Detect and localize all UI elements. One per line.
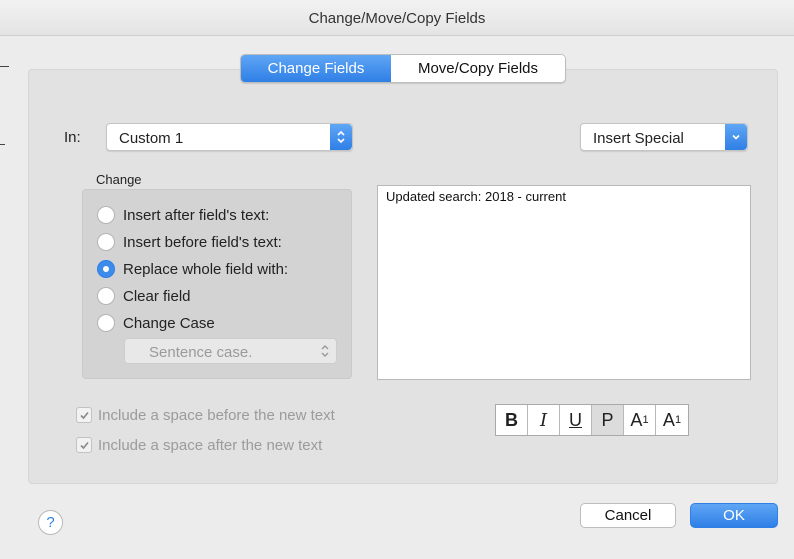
insert-special-select[interactable]: Insert Special xyxy=(580,123,748,151)
replacement-text-area[interactable]: Updated search: 2018 - current xyxy=(377,185,751,380)
checkbox[interactable] xyxy=(76,407,92,423)
superscript-button[interactable]: A1 xyxy=(624,405,656,435)
format-toolbar: B I U P A1 A1 xyxy=(495,404,689,436)
window-title: Change/Move/Copy Fields xyxy=(308,10,486,27)
subscript-mark: 1 xyxy=(674,414,682,426)
radio-button[interactable] xyxy=(97,314,115,332)
radio-label: Insert after field's text: xyxy=(123,206,270,224)
field-select[interactable]: Custom 1 xyxy=(106,123,353,151)
subscript-button[interactable]: A1 xyxy=(656,405,688,435)
radio-insert-before[interactable]: Insert before field's text: xyxy=(97,232,282,252)
chevron-down-icon xyxy=(725,124,747,150)
radio-button[interactable] xyxy=(97,206,115,224)
up-down-chevron-icon xyxy=(330,124,352,150)
case-select-value: Sentence case. xyxy=(149,344,253,361)
bold-button[interactable]: B xyxy=(496,405,528,435)
insert-special-label: Insert Special xyxy=(593,130,684,147)
title-bar: Change/Move/Copy Fields xyxy=(0,0,794,36)
radio-label: Insert before field's text: xyxy=(123,233,282,251)
change-group-title: Change xyxy=(96,172,142,187)
field-select-value: Custom 1 xyxy=(119,130,184,147)
subscript-glyph: A xyxy=(662,409,675,430)
superscript-glyph: A xyxy=(630,409,643,430)
italic-button[interactable]: I xyxy=(528,405,560,435)
background-rule xyxy=(0,144,5,145)
radio-label: Change Case xyxy=(123,314,215,332)
tab-change-fields[interactable]: Change Fields xyxy=(241,55,391,82)
checkbox[interactable] xyxy=(76,437,92,453)
cancel-button[interactable]: Cancel xyxy=(580,503,676,528)
background-rule xyxy=(0,66,9,67)
underline-button[interactable]: U xyxy=(560,405,592,435)
in-label: In: xyxy=(64,129,81,146)
tab-bar: Change Fields Move/Copy Fields xyxy=(240,54,566,83)
ok-button[interactable]: OK xyxy=(690,503,778,528)
tab-move-copy-fields[interactable]: Move/Copy Fields xyxy=(391,55,565,82)
checkbox-space-after[interactable]: Include a space after the new text xyxy=(76,436,322,454)
radio-replace-whole-field[interactable]: Replace whole field with: xyxy=(97,259,288,279)
checkbox-space-before[interactable]: Include a space before the new text xyxy=(76,406,335,424)
radio-insert-after[interactable]: Insert after field's text: xyxy=(97,205,269,225)
help-button[interactable]: ? xyxy=(38,510,63,535)
up-down-chevron-icon xyxy=(320,343,330,362)
radio-label: Clear field xyxy=(123,287,191,305)
radio-button[interactable] xyxy=(97,287,115,305)
radio-label: Replace whole field with: xyxy=(123,260,289,278)
radio-clear-field[interactable]: Clear field xyxy=(97,286,191,306)
case-select: Sentence case. xyxy=(124,338,337,364)
checkbox-label: Include a space after the new text xyxy=(98,436,323,454)
radio-button[interactable] xyxy=(97,233,115,251)
radio-button-selected[interactable] xyxy=(97,260,115,278)
radio-change-case[interactable]: Change Case xyxy=(97,313,215,333)
plain-button[interactable]: P xyxy=(592,405,624,435)
checkbox-label: Include a space before the new text xyxy=(98,406,335,424)
superscript-mark: 1 xyxy=(642,414,649,426)
